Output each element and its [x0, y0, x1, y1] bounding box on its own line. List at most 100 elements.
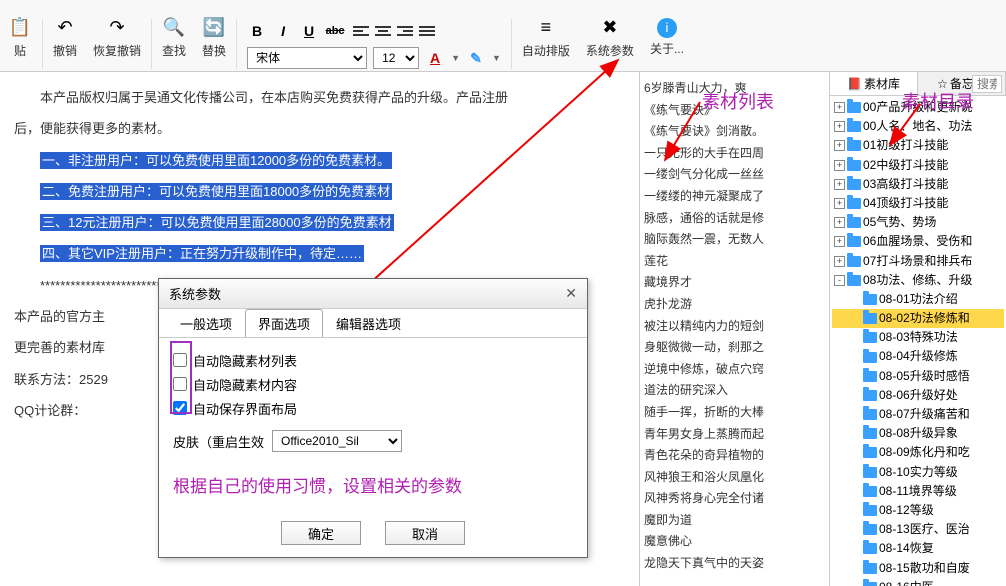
folder-icon	[863, 332, 877, 343]
align-left-button[interactable]	[351, 22, 371, 40]
tree-row[interactable]: 08-04升级修炼	[832, 347, 1004, 366]
preview-line[interactable]: 一缕缕的神元凝聚成了	[644, 186, 825, 208]
tree-row[interactable]: 08-13医疗、医治	[832, 520, 1004, 539]
ok-button[interactable]: 确定	[281, 521, 361, 545]
preview-line[interactable]: 龙隐天下真气中的天姿	[644, 553, 825, 575]
tree-row[interactable]: +07打斗场景和排兵布	[832, 252, 1004, 271]
font-name-select[interactable]: 宋体	[247, 47, 367, 69]
tree-row[interactable]: +01初级打斗技能	[832, 136, 1004, 155]
replace-icon: 🔄	[202, 16, 226, 40]
dropdown-icon[interactable]: ▼	[492, 53, 501, 63]
expand-icon[interactable]: +	[834, 256, 845, 267]
underline-button[interactable]: U	[299, 21, 319, 41]
preview-line[interactable]: 脉感，通俗的话就是修	[644, 208, 825, 230]
preview-line[interactable]: 魔意佛心	[644, 531, 825, 553]
material-tree[interactable]: +00产品升级和更新说+00人名、地名、功法+01初级打斗技能+02中级打斗技能…	[830, 96, 1006, 586]
replace-button[interactable]: 替换	[202, 42, 226, 59]
folder-icon	[863, 447, 877, 458]
tree-row[interactable]: 08-07升级痛苦和	[832, 405, 1004, 424]
preview-line[interactable]: 风神秀将身心完全付诸	[644, 488, 825, 510]
expand-icon[interactable]: +	[834, 179, 845, 190]
paste-button[interactable]: 贴	[14, 42, 26, 59]
highlight-button[interactable]: ✎	[466, 48, 486, 68]
bold-button[interactable]: B	[247, 21, 267, 41]
auto-layout-button[interactable]: 自动排版	[522, 42, 570, 59]
tree-row[interactable]: 08-09炼化丹和吃	[832, 443, 1004, 462]
find-button[interactable]: 查找	[162, 42, 186, 59]
expand-icon[interactable]: +	[834, 160, 845, 171]
expand-icon[interactable]: +	[834, 140, 845, 151]
preview-line[interactable]: 莲花	[644, 251, 825, 273]
tree-label: 05气势、势场	[863, 213, 936, 232]
preview-line[interactable]: 随手一挥，折断的大棒	[644, 402, 825, 424]
preview-line[interactable]: 身躯微微一动，刹那之	[644, 337, 825, 359]
editor-text: 本产品版权归属于昊通文化传播公司，在本店购买免费获得产品的升级。产品注册	[40, 90, 508, 105]
tab-editor[interactable]: 编辑器选项	[323, 309, 414, 337]
tree-row[interactable]: 08-05升级时感悟	[832, 367, 1004, 386]
tree-row[interactable]: 08-01功法介绍	[832, 290, 1004, 309]
tree-row[interactable]: +03高级打斗技能	[832, 175, 1004, 194]
search-input[interactable]	[972, 75, 1002, 93]
expand-icon[interactable]: +	[834, 236, 845, 247]
sys-params-button[interactable]: 系统参数	[586, 42, 634, 59]
tree-row[interactable]: +06血腥场景、受伤和	[832, 232, 1004, 251]
italic-button[interactable]: I	[273, 21, 293, 41]
font-size-select[interactable]: 12	[373, 47, 419, 69]
tab-general[interactable]: 一般选项	[167, 309, 245, 337]
tree-row[interactable]: +05气势、势场	[832, 213, 1004, 232]
preview-line[interactable]: 道法的研究深入	[644, 380, 825, 402]
font-color-button[interactable]: A	[425, 48, 445, 68]
tree-row[interactable]: +00人名、地名、功法	[832, 117, 1004, 136]
align-justify-button[interactable]	[417, 22, 437, 40]
preview-line[interactable]: 虎扑龙游	[644, 294, 825, 316]
tree-row[interactable]: 08-14恢复	[832, 539, 1004, 558]
close-button[interactable]: ✕	[565, 285, 577, 302]
preview-line[interactable]: 脑际轰然一震，无数人	[644, 229, 825, 251]
align-right-button[interactable]	[395, 22, 415, 40]
tree-row[interactable]: 08-10实力等级	[832, 463, 1004, 482]
tree-row[interactable]: 08-15散功和自废	[832, 559, 1004, 578]
tree-row[interactable]: +04顶级打斗技能	[832, 194, 1004, 213]
editor-text: 联系方法：2529	[14, 372, 108, 387]
dropdown-icon[interactable]: ▼	[451, 53, 460, 63]
about-button[interactable]: 关于...	[650, 40, 684, 57]
tree-row[interactable]: 08-08升级异象	[832, 424, 1004, 443]
preview-line[interactable]: 藏境界才	[644, 272, 825, 294]
preview-line[interactable]: 逆境中修炼，破点穴窍	[644, 359, 825, 381]
tree-row[interactable]: 08-02功法修炼和	[832, 309, 1004, 328]
preview-line[interactable]: 风神狼王和浴火凤凰化	[644, 467, 825, 489]
strike-button[interactable]: abc	[325, 21, 345, 41]
tree-row[interactable]: 08-16中医	[832, 578, 1004, 586]
preview-line[interactable]: 青色花朵的奇异植物的	[644, 445, 825, 467]
preview-line[interactable]: 《练气要诀》剑消散。	[644, 121, 825, 143]
skin-select[interactable]: Office2010_Sil	[272, 430, 402, 452]
chk-label: 自动隐藏素材内容	[193, 375, 297, 394]
collapse-icon[interactable]: -	[834, 275, 845, 286]
undo-button[interactable]: 撤销	[53, 42, 77, 59]
tree-row[interactable]: 08-11境界等级	[832, 482, 1004, 501]
expand-icon[interactable]: +	[834, 217, 845, 228]
dialog-titlebar[interactable]: 系统参数 ✕	[159, 279, 587, 309]
preview-line[interactable]: 青年男女身上蒸腾而起	[644, 424, 825, 446]
tree-label: 08-04升级修炼	[879, 347, 958, 366]
preview-line[interactable]: 一缕剑气分化成一丝丝	[644, 164, 825, 186]
annotation-label: 根据自己的使用习惯，设置相关的参数	[173, 472, 573, 497]
tab-ui[interactable]: 界面选项	[245, 309, 323, 337]
tree-row[interactable]: 08-06升级好处	[832, 386, 1004, 405]
expand-icon[interactable]: +	[834, 198, 845, 209]
tree-row[interactable]: -08功法、修练、升级	[832, 271, 1004, 290]
cancel-button[interactable]: 取消	[385, 521, 465, 545]
preview-line[interactable]: 魔即为道	[644, 510, 825, 532]
tree-row[interactable]: +02中级打斗技能	[832, 156, 1004, 175]
preview-line[interactable]: 一只无形的大手在四周	[644, 143, 825, 165]
redo-button[interactable]: 恢复撤销	[93, 42, 141, 59]
preview-line[interactable]: 被注以精纯内力的短剑	[644, 316, 825, 338]
tree-row[interactable]: 08-12等级	[832, 501, 1004, 520]
expand-icon[interactable]: +	[834, 121, 845, 132]
dialog-title: 系统参数	[169, 284, 221, 303]
expand-icon[interactable]: +	[834, 102, 845, 113]
tree-row[interactable]: 08-03特殊功法	[832, 328, 1004, 347]
align-center-button[interactable]	[373, 22, 393, 40]
side-panel: 📕素材库 ☆备忘录 +00产品升级和更新说+00人名、地名、功法+01初级打斗技…	[830, 72, 1006, 586]
tree-label: 02中级打斗技能	[863, 156, 948, 175]
